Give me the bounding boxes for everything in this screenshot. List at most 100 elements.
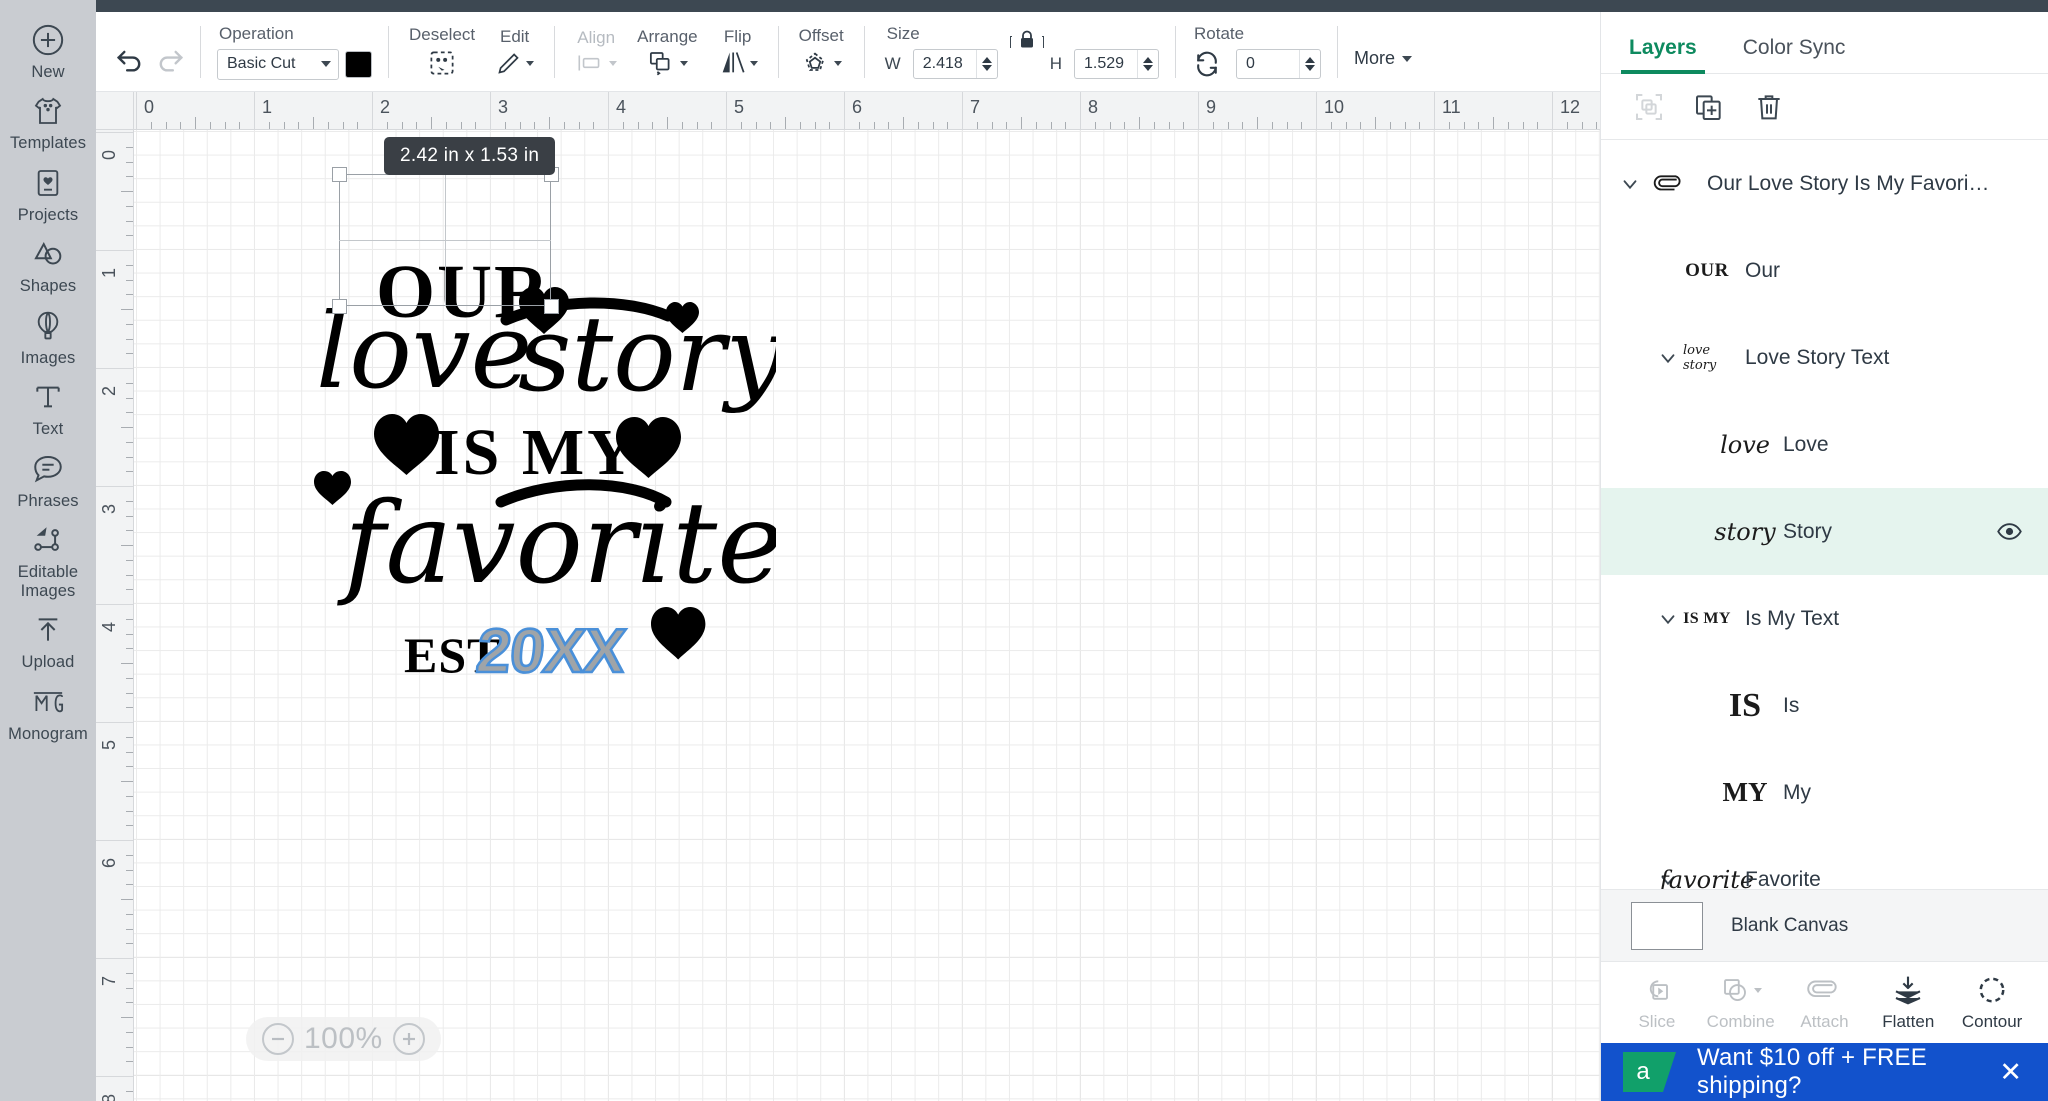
canvas-layer-strip[interactable]: Blank Canvas [1601, 889, 2048, 961]
sidebar-item-images[interactable]: Images [0, 300, 96, 371]
right-panel: Layers Color Sync Our Love Story Is My F… [1600, 12, 2048, 1101]
combine-button[interactable]: Combine [1699, 973, 1783, 1032]
ruler-minor-tick [126, 825, 133, 827]
selection-handle-bottom-left[interactable] [332, 299, 347, 314]
sidebar-item-shapes[interactable]: Shapes [0, 228, 96, 299]
attach-button[interactable]: Attach [1783, 973, 1867, 1032]
ruler-minor-tick [386, 122, 388, 129]
ruler-minor-tick [770, 122, 772, 129]
edit-button[interactable]: Edit [485, 12, 544, 91]
layer-row[interactable]: love Love [1601, 401, 2048, 488]
card-heart-icon [32, 165, 64, 201]
layer-row[interactable]: love story Love Story Text [1601, 314, 2048, 401]
selection-handle-bottom-right[interactable] [544, 299, 559, 314]
align-button[interactable]: Align [565, 12, 627, 91]
sidebar-item-label: Phrases [17, 491, 79, 510]
rotate-icon[interactable] [1192, 49, 1222, 79]
rotate-input-wrap [1236, 49, 1321, 79]
layer-name: Our [1745, 258, 1781, 282]
slice-button[interactable]: Slice [1615, 973, 1699, 1032]
redo-button[interactable] [150, 39, 190, 79]
height-input-wrap [1074, 49, 1159, 79]
canvas-area[interactable]: OUR love story IS MY favorite EST. 20XX … [96, 92, 1600, 1101]
ruler-minor-tick [401, 122, 403, 129]
sidebar-item-monogram[interactable]: Monogram [0, 676, 96, 747]
layer-row[interactable]: MY My [1601, 749, 2048, 836]
layer-row[interactable]: favorite Favorite [1601, 836, 2048, 890]
arrange-button[interactable]: Arrange [627, 12, 707, 91]
promo-banner[interactable]: a Want $10 off + FREE shipping? ✕ [1601, 1043, 2048, 1101]
ruler-minor-tick [126, 707, 133, 709]
more-button[interactable]: More [1348, 48, 1418, 69]
ruler-minor-tick [1522, 122, 1524, 129]
sidebar-item-phrases[interactable]: Phrases [0, 443, 96, 514]
undo-button[interactable] [110, 39, 150, 79]
flip-button[interactable]: Flip [708, 12, 768, 91]
ruler-minor-tick [126, 515, 133, 517]
ruler-minor-tick [1109, 122, 1111, 129]
layer-row[interactable]: Our Love Story Is My Favorite E... [1601, 140, 2048, 227]
chevron-down-icon[interactable] [1653, 347, 1683, 369]
sidebar-item-text[interactable]: Text [0, 371, 96, 442]
offset-button[interactable]: Offset [789, 12, 854, 91]
ruler-minor-tick [578, 122, 580, 129]
sidebar-item-templates[interactable]: Templates [0, 85, 96, 156]
layer-row[interactable]: IS Is [1601, 662, 2048, 749]
ruler-tick-label: 2 [380, 97, 391, 117]
flatten-button[interactable]: Flatten [1866, 973, 1950, 1032]
duplicate-icon[interactable] [1689, 87, 1729, 127]
sidebar-item-upload[interactable]: Upload [0, 604, 96, 675]
ruler-minor-tick [126, 943, 133, 945]
aspect-lock-button[interactable] [1004, 12, 1050, 91]
ruler-minor-tick [126, 884, 133, 886]
contour-label: Contour [1961, 1012, 2023, 1031]
group-icon[interactable] [1629, 87, 1669, 127]
tab-color-sync[interactable]: Color Sync [1735, 36, 1854, 73]
operation-select[interactable]: Basic Cut [217, 48, 339, 80]
ruler-minor-tick [121, 663, 133, 664]
rotate-input[interactable] [1237, 50, 1299, 78]
chevron-down-icon [609, 60, 618, 66]
selection-handle-top-left[interactable] [332, 167, 347, 182]
width-input[interactable] [913, 50, 976, 78]
chevron-down-icon[interactable] [1615, 173, 1645, 195]
layer-name: Love Story Text [1745, 345, 1890, 369]
height-stepper[interactable] [1137, 50, 1158, 78]
layer-row[interactable]: IS MY Is My Text [1601, 575, 2048, 662]
rotate-stepper[interactable] [1299, 50, 1320, 78]
tab-layers[interactable]: Layers [1621, 36, 1705, 74]
trash-icon[interactable] [1749, 87, 1789, 127]
layer-thumbnail: story [1714, 517, 1776, 546]
eye-visibility-icon[interactable] [1992, 518, 2026, 545]
ruler-minor-tick [126, 323, 133, 325]
layer-row[interactable]: story Story [1601, 488, 2048, 575]
sidebar-item-new[interactable]: New [0, 14, 96, 85]
ruler-minor-tick [1389, 122, 1391, 129]
sidebar-item-label: Editable Images [17, 563, 79, 600]
deselect-button[interactable]: Deselect [399, 12, 485, 91]
sidebar-item-projects[interactable]: Projects [0, 157, 96, 228]
ruler-tick-label: 7 [99, 975, 119, 986]
layer-name: Our Love Story Is My Favorite E... [1707, 171, 1992, 195]
pencil-icon [498, 52, 519, 74]
ruler-minor-tick [126, 1061, 133, 1063]
ruler-minor-tick [1271, 122, 1273, 129]
size-group: Size W [875, 12, 1004, 91]
close-x-icon[interactable]: ✕ [1995, 1057, 2026, 1088]
width-stepper[interactable] [975, 50, 997, 78]
width-input-wrap [912, 49, 998, 79]
layer-row[interactable]: OUR Our [1601, 227, 2048, 314]
layer-name: Love [1783, 432, 1829, 456]
operation-color-swatch[interactable] [345, 50, 372, 78]
width-letter: W [884, 54, 901, 73]
height-input[interactable] [1075, 50, 1137, 78]
chevron-down-icon[interactable] [1653, 608, 1683, 630]
canvas-color-swatch[interactable] [1631, 901, 1703, 950]
minus-circle-icon[interactable] [262, 1023, 294, 1055]
plus-circle-icon[interactable] [392, 1023, 425, 1055]
layers-list[interactable]: Our Love Story Is My Favorite E... OUR Our… [1601, 140, 2048, 889]
ruler-minor-tick [1168, 122, 1170, 129]
sidebar-item-editable-images[interactable]: Editable Images [0, 514, 96, 604]
vertical-ruler: 0 1 2 3 4 5 6 7 8 [96, 92, 134, 1101]
contour-button[interactable]: Contour [1950, 973, 2034, 1032]
